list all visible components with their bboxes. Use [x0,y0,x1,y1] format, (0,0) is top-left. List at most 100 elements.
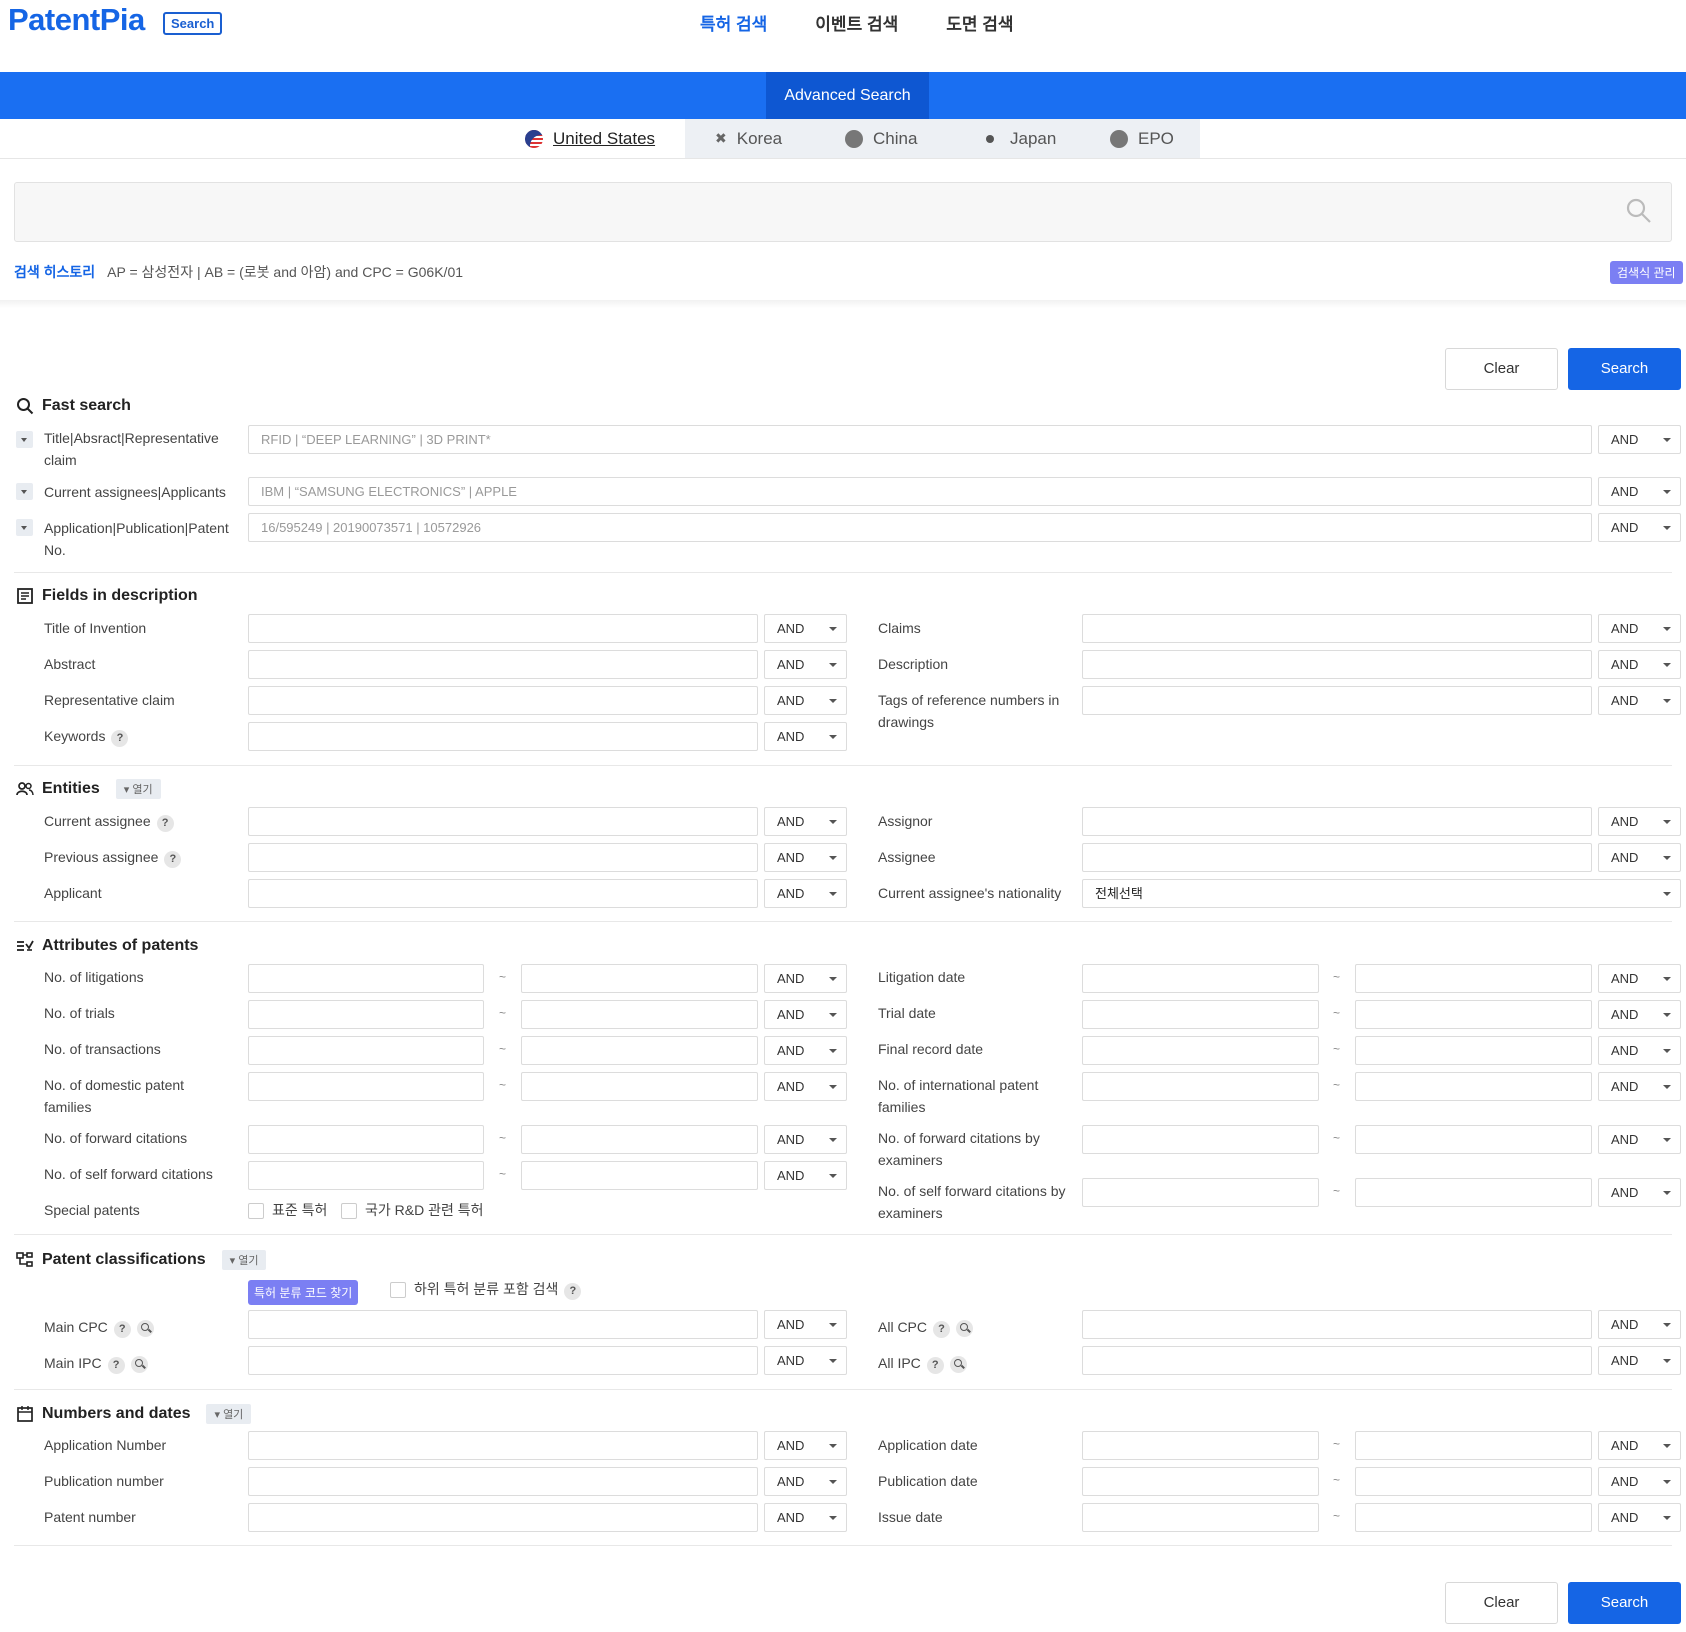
operator-select[interactable]: AND [1598,513,1681,542]
fast-input-title[interactable]: RFID | “DEEP LEARNING” | 3D PRINT* [248,425,1592,454]
checkbox[interactable] [248,1203,264,1220]
help-icon[interactable]: ? [113,1321,131,1338]
operator-select[interactable]: AND [764,650,847,679]
input-application-number[interactable] [248,1431,758,1460]
input-date-to[interactable] [1355,1036,1592,1065]
input-min[interactable] [1082,1072,1319,1101]
nationality-select[interactable]: 전체선택 [1082,879,1681,908]
input-min[interactable] [1082,1125,1319,1154]
expand-toggle[interactable]: ▾ 열기 [206,1404,252,1424]
input-min[interactable] [248,1125,484,1154]
operator-select[interactable]: AND [1598,1346,1681,1375]
input-max[interactable] [521,964,758,993]
help-icon[interactable]: ? [933,1321,951,1338]
toggle-icon[interactable] [16,431,33,448]
checkbox-national-rnd[interactable]: 국가 R&D 관련 특허 [341,1199,484,1221]
input-min[interactable] [248,1161,484,1190]
input-publication-number[interactable] [248,1467,758,1496]
operator-select[interactable]: AND [764,1000,847,1029]
history-query[interactable]: AP = 삼성전자 | AB = (로봇 and 아암) and CPC = G… [107,262,463,282]
nav-event-search[interactable]: 이벤트 검색 [815,10,898,35]
input-all-cpc[interactable] [1082,1310,1592,1339]
input-date-to[interactable] [1355,1000,1592,1029]
operator-select[interactable]: AND [1598,686,1681,715]
operator-select[interactable]: AND [764,1503,847,1532]
input-max[interactable] [521,1072,758,1101]
help-icon[interactable]: ? [926,1357,944,1374]
tab-advanced-search[interactable]: Advanced Search [766,72,929,119]
operator-select[interactable]: AND [764,879,847,908]
operator-select[interactable]: AND [1598,807,1681,836]
input-tags-reference[interactable] [1082,686,1592,715]
tab-united-states[interactable]: United States [495,119,655,158]
nav-drawing-search[interactable]: 도면 검색 [946,10,1013,35]
input-date-from[interactable] [1082,1503,1319,1532]
input-keywords[interactable] [248,722,758,751]
input-title-of-invention[interactable] [248,614,758,643]
operator-select[interactable]: AND [1598,843,1681,872]
input-date-to[interactable] [1355,1467,1592,1496]
help-icon[interactable]: ? [156,815,174,832]
input-all-ipc[interactable] [1082,1346,1592,1375]
input-max[interactable] [521,1161,758,1190]
operator-select[interactable]: AND [1598,964,1681,993]
input-main-cpc[interactable] [248,1310,758,1339]
operator-select[interactable]: AND [764,1431,847,1460]
operator-select[interactable]: AND [1598,1125,1681,1154]
input-max[interactable] [521,1000,758,1029]
search-button[interactable]: Search [1568,348,1681,390]
fast-input-number[interactable]: 16/595249 | 20190073571 | 10572926 [248,513,1592,542]
operator-select[interactable]: AND [764,1310,847,1339]
input-date-to[interactable] [1355,964,1592,993]
history-label[interactable]: 검색 히스토리 [14,262,95,282]
input-representative-claim[interactable] [248,686,758,715]
input-assignee[interactable] [1082,843,1592,872]
nav-patent-search[interactable]: 특허 검색 [700,10,767,35]
input-abstract[interactable] [248,650,758,679]
operator-select[interactable]: AND [764,614,847,643]
operator-select[interactable]: AND [1598,1310,1681,1339]
search-icon[interactable] [956,1319,974,1337]
input-applicant[interactable] [248,879,758,908]
help-icon[interactable]: ? [111,730,129,747]
help-icon[interactable]: ? [164,851,182,868]
search-icon[interactable] [949,1355,967,1373]
input-main-ipc[interactable] [248,1346,758,1375]
input-max[interactable] [1355,1125,1592,1154]
input-max[interactable] [1355,1072,1592,1101]
operator-select[interactable]: AND [764,686,847,715]
operator-select[interactable]: AND [764,843,847,872]
input-max[interactable] [1355,1178,1592,1207]
operator-select[interactable]: AND [1598,1000,1681,1029]
checkbox[interactable] [390,1282,406,1299]
tab-japan[interactable]: Japan [950,119,1056,158]
input-date-from[interactable] [1082,1000,1319,1029]
operator-select[interactable]: AND [1598,1072,1681,1101]
toggle-icon[interactable] [16,519,33,536]
checkbox-standard-patent[interactable]: 표준 특허 [248,1199,327,1221]
operator-select[interactable]: AND [1598,425,1681,454]
operator-select[interactable]: AND [1598,1178,1681,1207]
search-icon[interactable] [130,1355,148,1373]
input-current-assignee[interactable] [248,807,758,836]
operator-select[interactable]: AND [764,1346,847,1375]
input-min[interactable] [248,1072,484,1101]
input-min[interactable] [248,964,484,993]
operator-select[interactable]: AND [1598,1467,1681,1496]
input-claims[interactable] [1082,614,1592,643]
logo[interactable]: PatentPia [8,2,145,38]
search-icon[interactable] [136,1319,154,1337]
operator-select[interactable]: AND [764,1072,847,1101]
input-min[interactable] [248,1000,484,1029]
expand-toggle[interactable]: ▾ 열기 [115,779,161,799]
manage-queries-button[interactable]: 검색식 관리 [1610,261,1683,284]
input-previous-assignee[interactable] [248,843,758,872]
input-max[interactable] [521,1125,758,1154]
expand-toggle[interactable]: ▾ 열기 [221,1250,267,1270]
find-classification-button[interactable]: 특허 분류 코드 찾기 [248,1280,359,1305]
input-patent-number[interactable] [248,1503,758,1532]
toggle-icon[interactable] [16,483,33,500]
operator-select[interactable]: AND [1598,1036,1681,1065]
help-icon[interactable]: ? [564,1283,582,1300]
input-date-to[interactable] [1355,1503,1592,1532]
